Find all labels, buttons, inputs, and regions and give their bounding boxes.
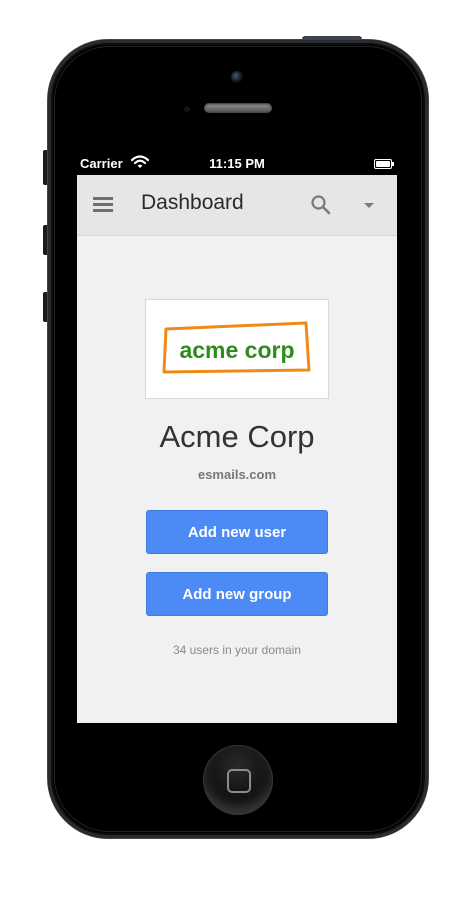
battery-icon: [374, 159, 394, 169]
app-screen: Dashboard acme corp Acme Corp esmails.co…: [77, 175, 397, 723]
logo-text: acme corp: [179, 337, 294, 363]
status-time: 11:15 PM: [209, 156, 265, 171]
app-bar: Dashboard: [77, 175, 397, 236]
add-user-button[interactable]: Add new user: [146, 510, 328, 554]
add-group-button[interactable]: Add new group: [146, 572, 328, 616]
home-button[interactable]: [203, 745, 273, 815]
users-count-text: 34 users in your domain: [172, 643, 302, 657]
status-bar: Carrier 11:15 PM: [77, 152, 397, 176]
caret-down-icon[interactable]: [357, 193, 381, 217]
organization-domain: esmails.com: [197, 467, 277, 482]
search-icon[interactable]: [309, 193, 333, 217]
page-title: Dashboard: [141, 191, 244, 214]
organization-logo: acme corp: [145, 299, 329, 399]
front-camera-icon: [231, 71, 243, 83]
proximity-sensor: [184, 106, 190, 112]
hamburger-menu-icon[interactable]: [91, 195, 115, 215]
home-square-icon: [227, 769, 251, 793]
organization-name: Acme Corp: [159, 419, 315, 454]
earpiece-speaker: [204, 103, 272, 113]
